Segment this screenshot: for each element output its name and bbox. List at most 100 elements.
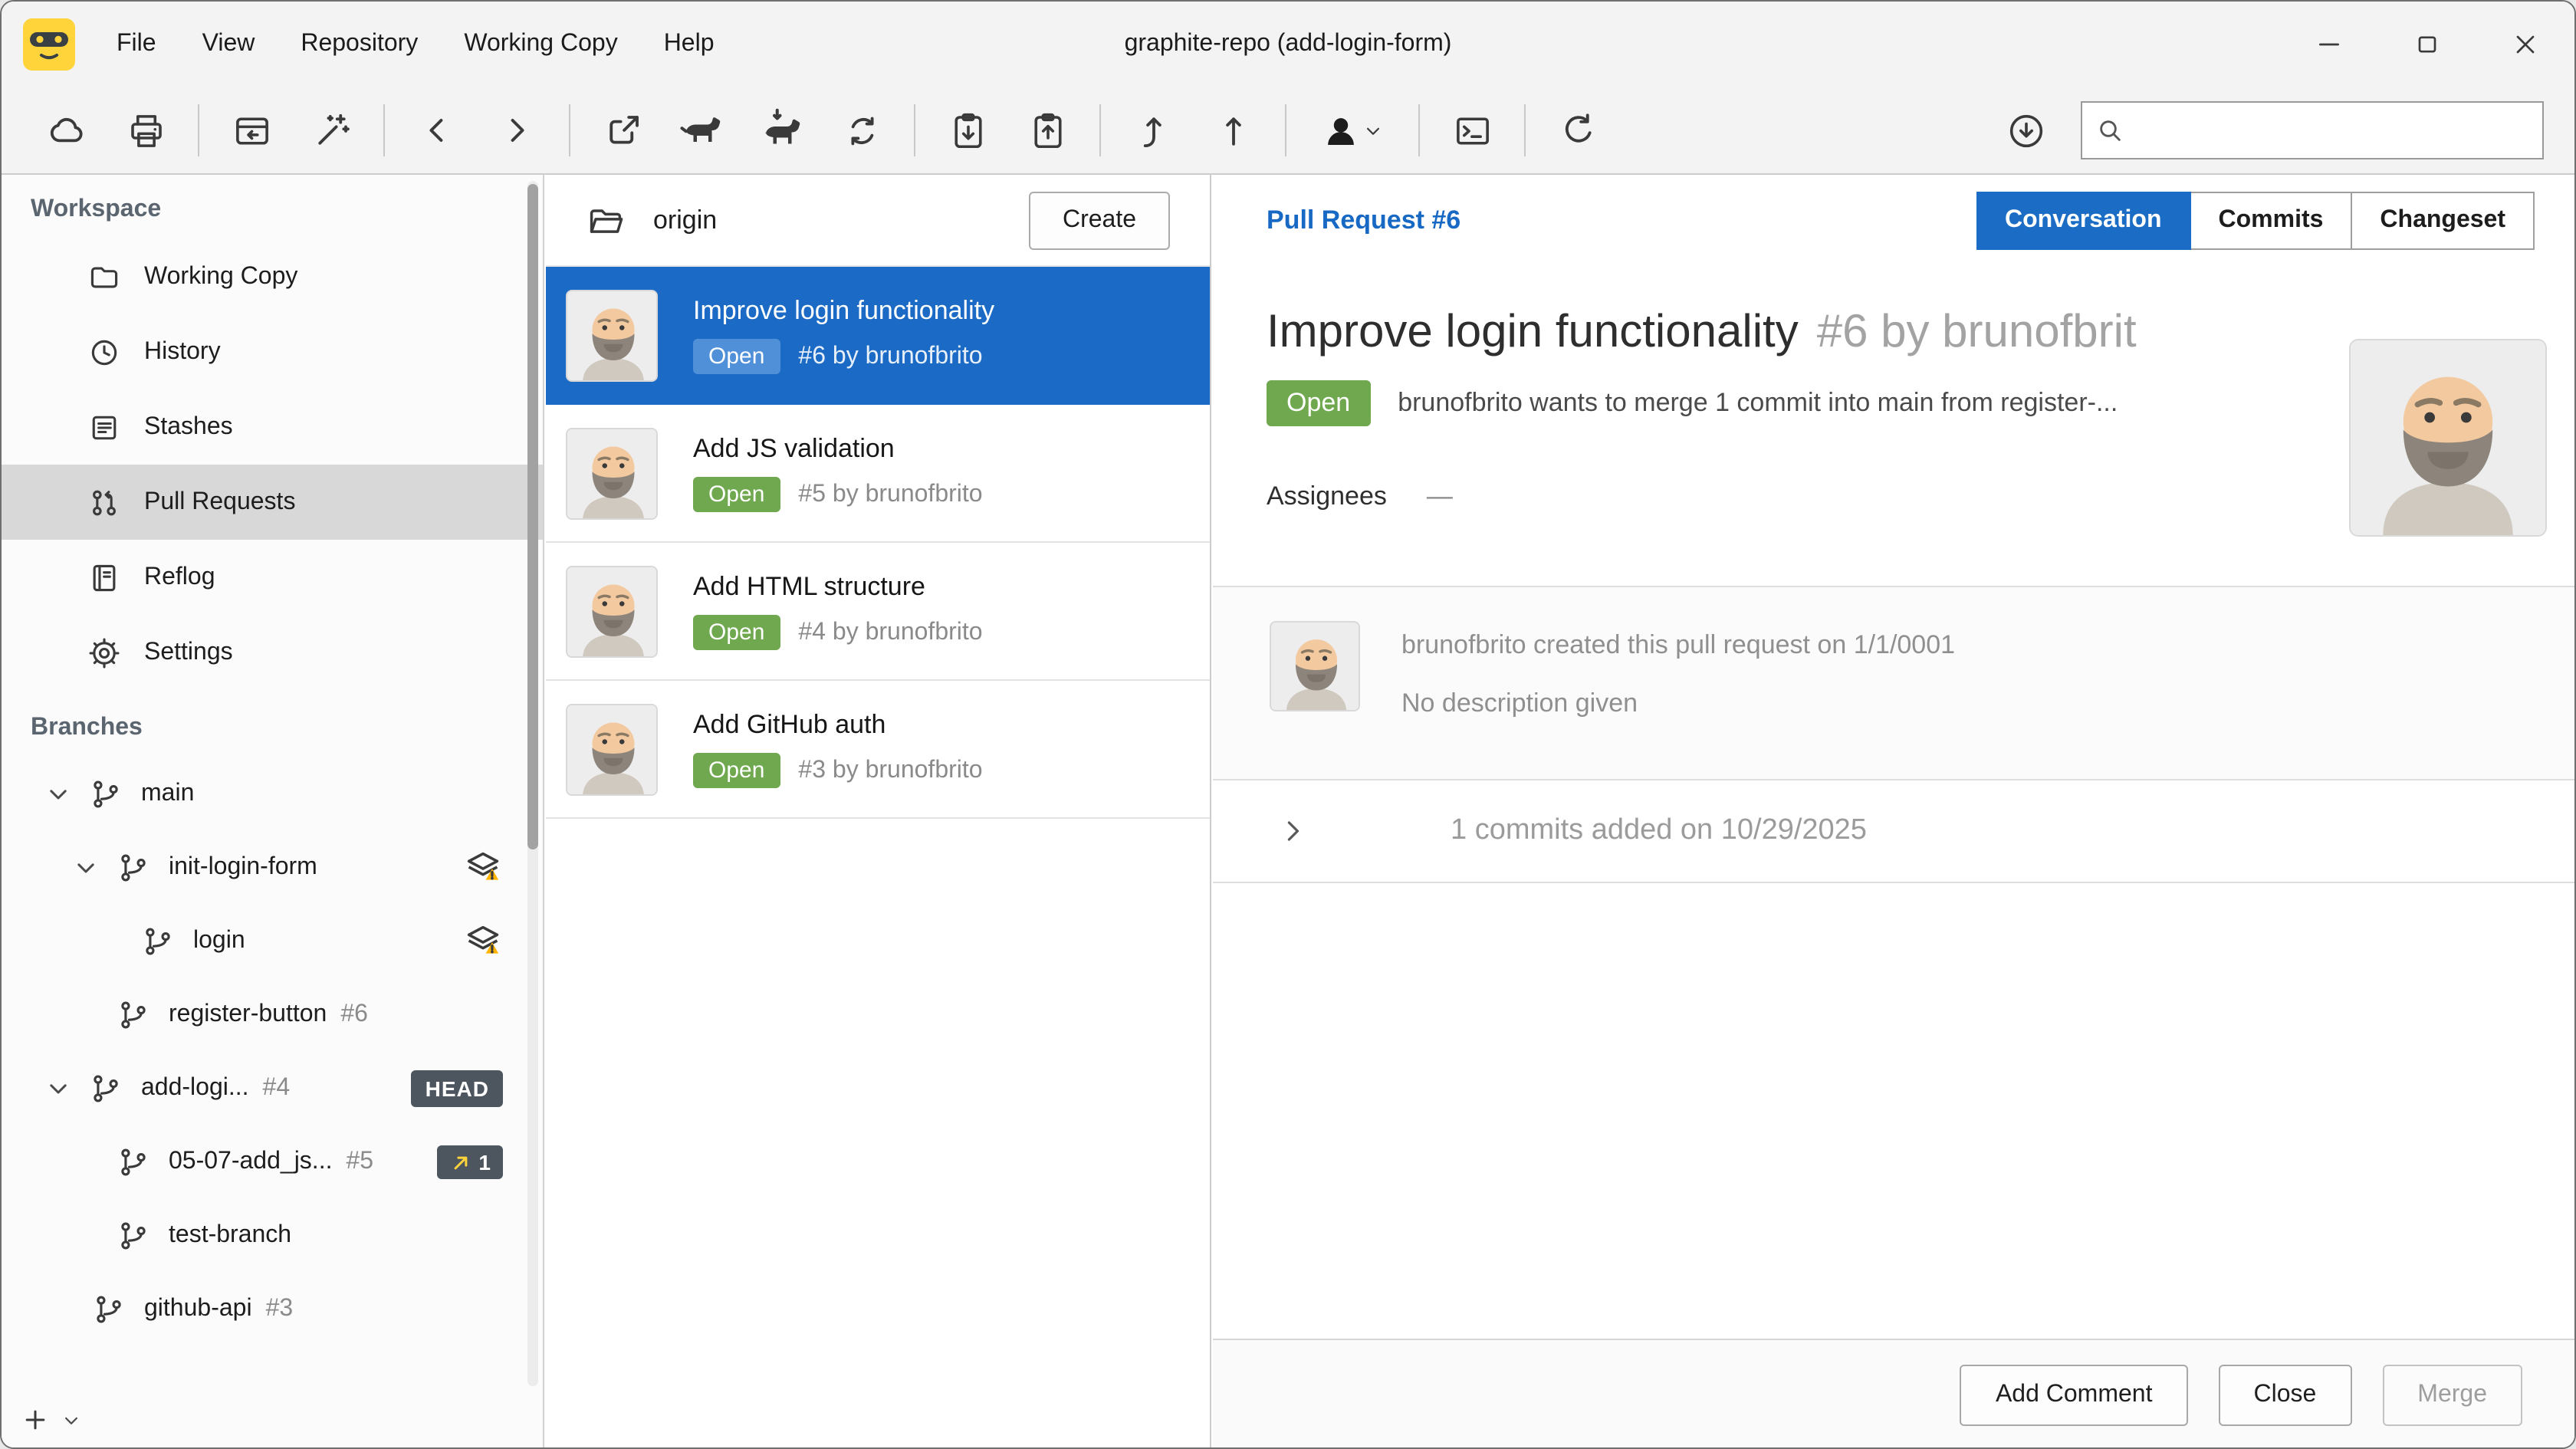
sync-arrows-icon bbox=[841, 110, 882, 151]
branch-row-add-login-form[interactable]: add-logi... #4 HEAD bbox=[2, 1052, 543, 1125]
sidebar-item-working-copy[interactable]: Working Copy bbox=[2, 239, 543, 314]
menu-view[interactable]: View bbox=[179, 2, 278, 87]
pr-meta: #6 by brunofbrito bbox=[798, 343, 982, 370]
avatar bbox=[566, 703, 658, 795]
push-button[interactable] bbox=[1204, 101, 1262, 159]
branch-label: register-button bbox=[169, 1001, 327, 1029]
branch-row-register-button[interactable]: register-button #6 bbox=[2, 978, 543, 1052]
search-input[interactable] bbox=[2137, 117, 2530, 144]
close-button[interactable] bbox=[2476, 2, 2574, 87]
status-badge: Open bbox=[693, 615, 780, 650]
pr-list-item[interactable]: Add HTML structure Open #4 by brunofbrit… bbox=[546, 543, 1210, 681]
detail-tabs: Conversation Commits Changeset bbox=[1977, 192, 2535, 250]
merge-description: brunofbrito wants to merge 1 commit into… bbox=[1398, 388, 2118, 419]
tab-conversation[interactable]: Conversation bbox=[1976, 192, 2191, 250]
maximize-button[interactable] bbox=[2378, 2, 2476, 87]
menu-file[interactable]: File bbox=[94, 2, 179, 87]
pr-meta: #3 by brunofbrito bbox=[798, 757, 982, 784]
printer-icon bbox=[125, 110, 166, 151]
branch-label: test-branch bbox=[169, 1222, 291, 1250]
commits-summary-text: 1 commits added on 10/29/2025 bbox=[1451, 814, 1867, 848]
branch-row-test-branch[interactable]: test-branch bbox=[2, 1199, 543, 1273]
avatar bbox=[1270, 621, 1360, 711]
pr-title: Add HTML structure bbox=[693, 572, 983, 603]
chevron-right-icon[interactable] bbox=[1276, 814, 1309, 848]
chevron-down-icon[interactable] bbox=[43, 1073, 74, 1104]
pr-list-item[interactable]: Add JS validation Open #5 by brunofbrito bbox=[546, 405, 1210, 543]
fetch-button[interactable] bbox=[673, 101, 731, 159]
sync-button[interactable] bbox=[833, 101, 891, 159]
plus-icon[interactable] bbox=[20, 1405, 51, 1435]
chevron-down-icon[interactable] bbox=[43, 779, 74, 810]
nav-forward-button[interactable] bbox=[488, 101, 546, 159]
git-branch-icon bbox=[89, 1072, 123, 1106]
tab-commits[interactable]: Commits bbox=[2190, 192, 2353, 250]
branch-pr-number: #6 bbox=[340, 1001, 368, 1029]
pr-list-item[interactable]: Add GitHub auth Open #3 by brunofbrito bbox=[546, 681, 1210, 819]
push-branch-button[interactable] bbox=[1124, 101, 1182, 159]
updates-button[interactable] bbox=[1996, 101, 2055, 159]
chevron-down-icon[interactable] bbox=[71, 853, 101, 883]
pr-list-item[interactable]: Improve login functionality Open #6 by b… bbox=[546, 267, 1210, 405]
magic-wand-button[interactable] bbox=[302, 101, 360, 159]
checkout-button[interactable] bbox=[593, 101, 652, 159]
commits-summary-row[interactable]: 1 commits added on 10/29/2025 bbox=[1213, 780, 2574, 883]
git-branch-icon bbox=[92, 1293, 126, 1326]
gear-icon bbox=[87, 636, 121, 669]
stash-button[interactable] bbox=[938, 101, 997, 159]
description-text: No description given bbox=[1401, 688, 1955, 719]
refresh-icon bbox=[1557, 110, 1598, 151]
add-comment-button[interactable]: Add Comment bbox=[1960, 1365, 2188, 1426]
nav-back-button[interactable] bbox=[408, 101, 466, 159]
menu-working-copy[interactable]: Working Copy bbox=[441, 2, 640, 87]
branch-label: main bbox=[141, 780, 194, 808]
branch-row-github-api[interactable]: github-api #3 bbox=[2, 1273, 543, 1346]
pr-detail-title-suffix: #6 by brunofbrit bbox=[1817, 307, 2137, 357]
download-circle-icon bbox=[2005, 110, 2046, 151]
sidebar-scrollbar-thumb[interactable] bbox=[527, 184, 538, 849]
tab-changeset[interactable]: Changeset bbox=[2351, 192, 2535, 250]
create-pr-button[interactable]: Create bbox=[1029, 191, 1170, 249]
sidebar-item-settings[interactable]: Settings bbox=[2, 615, 543, 690]
branch-row-main[interactable]: main bbox=[2, 757, 543, 831]
refresh-button[interactable] bbox=[1549, 101, 1607, 159]
search-icon bbox=[2095, 115, 2125, 146]
unstash-button[interactable] bbox=[1018, 101, 1076, 159]
merge-button[interactable]: Merge bbox=[2382, 1365, 2522, 1426]
stack-warning-icon bbox=[463, 922, 503, 961]
menu-repository[interactable]: Repository bbox=[278, 2, 441, 87]
sidebar-item-label: Pull Requests bbox=[144, 488, 295, 516]
branch-row-init-login-form[interactable]: init-login-form bbox=[2, 831, 543, 905]
sidebar-item-pull-requests[interactable]: Pull Requests bbox=[2, 465, 543, 540]
toolbar-separator bbox=[1524, 104, 1526, 156]
detail-bottom-bar: Add Comment Close Merge bbox=[1213, 1339, 2574, 1449]
clock-icon bbox=[87, 335, 121, 369]
window-controls bbox=[2280, 2, 2574, 87]
pr-created-block: brunofbrito created this pull request on… bbox=[1213, 586, 2574, 780]
sidebar-item-history[interactable]: History bbox=[2, 314, 543, 389]
minimize-button[interactable] bbox=[2280, 2, 2378, 87]
toolbar-separator bbox=[1099, 104, 1101, 156]
close-pr-button[interactable]: Close bbox=[2218, 1365, 2351, 1426]
terminal-button[interactable] bbox=[1443, 101, 1501, 159]
pull-request-list-panel: origin Create Improve login functionalit… bbox=[546, 175, 1211, 1449]
terminal-icon bbox=[1451, 110, 1493, 151]
pr-title: Improve login functionality bbox=[693, 296, 994, 327]
pr-meta: #4 by brunofbrito bbox=[798, 619, 982, 646]
identity-menu-button[interactable] bbox=[1309, 101, 1395, 159]
open-tab-button[interactable] bbox=[222, 101, 281, 159]
sidebar-item-label: History bbox=[144, 338, 221, 366]
pull-button[interactable] bbox=[753, 101, 811, 159]
branch-row-login[interactable]: login bbox=[2, 905, 543, 978]
menu-help[interactable]: Help bbox=[641, 2, 738, 87]
avatar bbox=[566, 427, 658, 519]
git-branch-icon bbox=[141, 925, 175, 958]
git-branch-icon bbox=[117, 1145, 150, 1179]
branch-row-05-07-add-js[interactable]: 05-07-add_js... #5 1 bbox=[2, 1125, 543, 1199]
chevron-down-icon[interactable] bbox=[60, 1408, 83, 1431]
sidebar-item-label: Settings bbox=[144, 639, 233, 666]
print-button[interactable] bbox=[117, 101, 175, 159]
sidebar-item-stashes[interactable]: Stashes bbox=[2, 389, 543, 465]
cloud-button[interactable] bbox=[37, 101, 95, 159]
sidebar-item-reflog[interactable]: Reflog bbox=[2, 540, 543, 615]
